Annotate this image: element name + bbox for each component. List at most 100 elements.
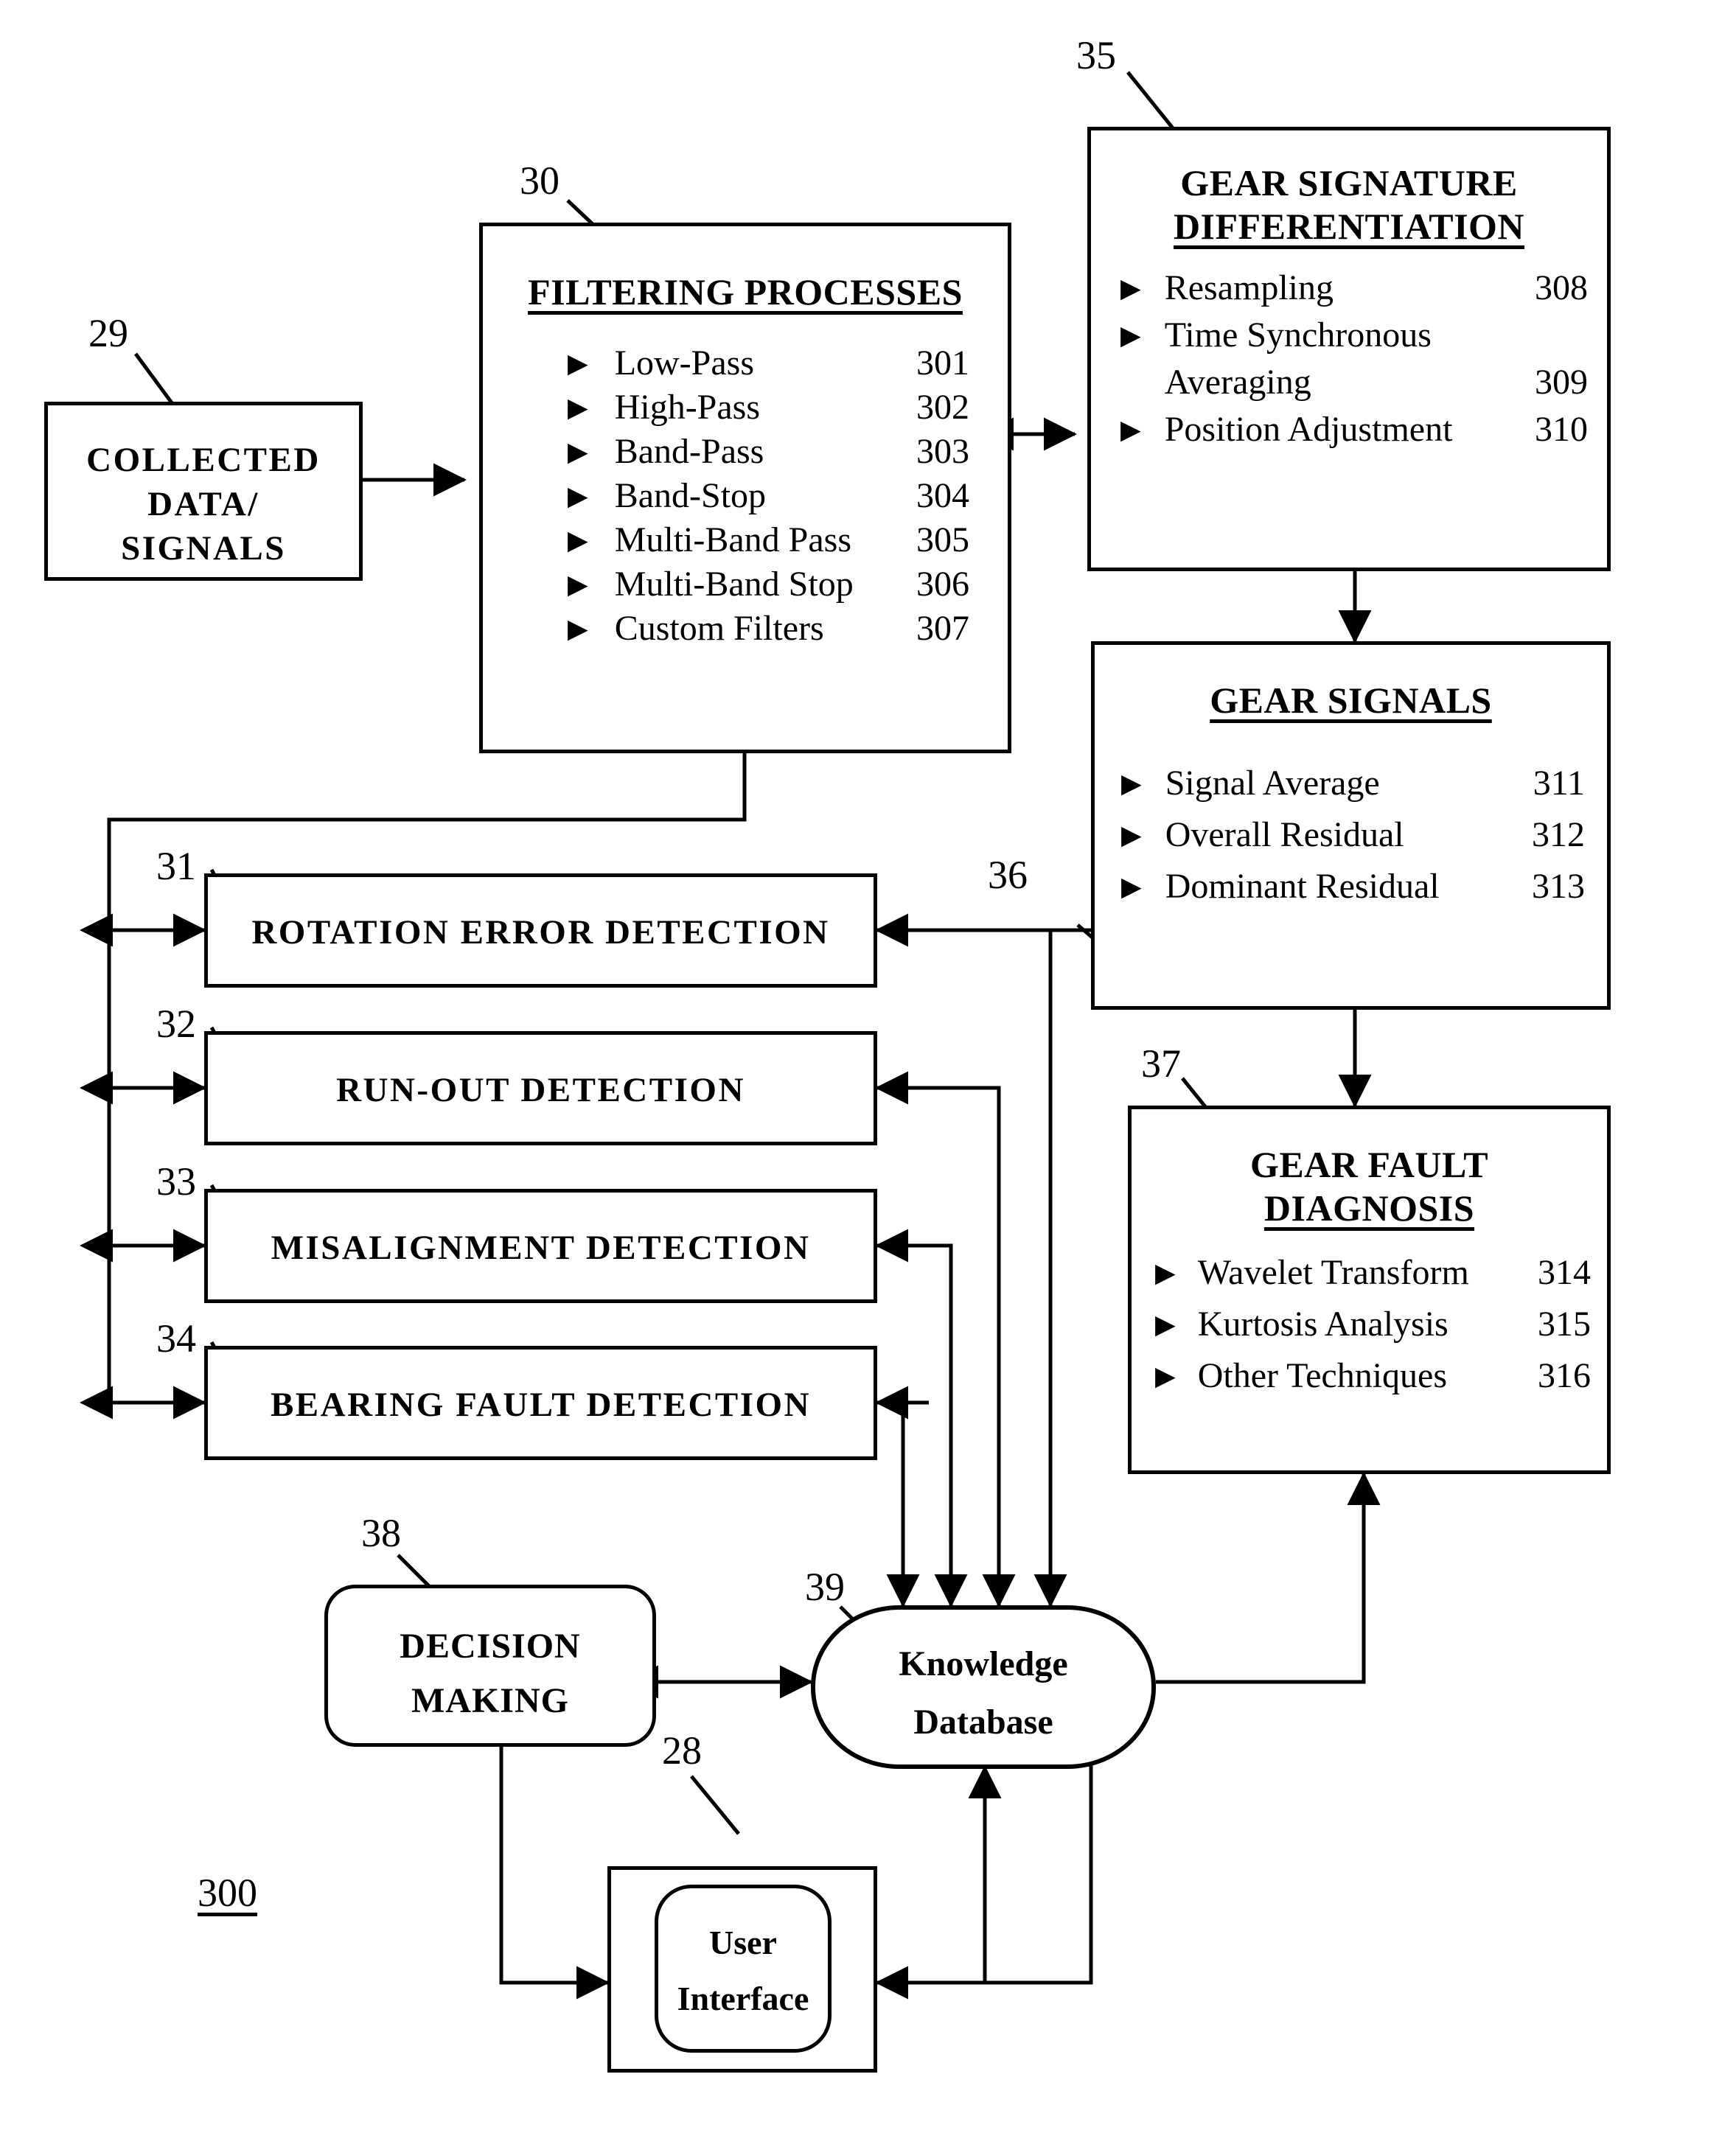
triangle-bullet-icon: ▶ [1120,273,1141,303]
knowledge-database-shape[interactable]: Knowledge Database [811,1605,1156,1769]
list-item-label: Band-Pass [614,432,764,471]
gsd-title: GEAR SIGNATURE DIFFERENTIATION [1091,161,1607,248]
filtering-processes-box[interactable]: FILTERING PROCESSES ▶ Low-Pass 301 ▶ Hig… [479,223,1011,753]
ref-label-31: 31 [156,844,196,888]
ref-label-33: 33 [156,1159,196,1204]
list-item[interactable]: ▶ Overall Residual 312 [1121,817,1585,853]
wire-kdb-to-gfd [1156,1471,1381,1684]
ref-label-39: 39 [805,1565,845,1609]
decision-making-label: DECISION MAKING [328,1619,652,1729]
decision-making-box[interactable]: DECISION MAKING [324,1585,656,1747]
collected-data-line-2: DATA/ [147,485,259,524]
decision-making-line-2: MAKING [411,1681,569,1721]
wire-bearing-to-kdb [877,1400,920,1608]
filtering-processes-list: ▶ Low-Pass 301 ▶ High-Pass 302 ▶ Band-Pa… [483,346,1008,655]
list-item-label: Wavelet Transform [1197,1253,1469,1292]
list-item-label: Signal Average [1165,764,1380,803]
list-item-ref: 306 [916,565,969,604]
list-item[interactable]: ▶ Averaging 309 [1120,365,1588,400]
user-interface-box[interactable]: User Interface [655,1885,832,2053]
gfd-title: GEAR FAULT DIAGNOSIS [1132,1143,1607,1230]
gear-signals-title-text: GEAR SIGNALS [1210,680,1492,721]
triangle-bullet-icon: ▶ [568,393,588,422]
gfd-title-line-1: GEAR FAULT [1249,1144,1489,1185]
wire-decision-to-ui [499,1747,610,2000]
list-item[interactable]: ▶ Position Adjustment 310 [1120,412,1588,447]
list-item-label: High-Pass [614,388,761,427]
list-item-ref: 304 [916,476,969,515]
list-item[interactable]: ▶ Band-Stop 304 [568,478,969,514]
list-item-label: Resampling [1164,268,1334,307]
list-item-label: Band-Stop [614,476,767,515]
triangle-bullet-icon: ▶ [568,570,588,599]
list-item-ref: 312 [1532,815,1585,854]
list-item[interactable]: ▶ Other Techniques 316 [1155,1358,1591,1394]
list-item-ref: 303 [916,432,969,471]
list-item-ref: 309 [1535,363,1588,402]
triangle-bullet-icon: ▶ [1121,820,1142,850]
patent-figure-300: 29 COLLECTED DATA/ SIGNALS 30 FILTERING … [0,0,1736,2133]
triangle-bullet-icon: ▶ [568,349,588,378]
triangle-bullet-icon: ▶ [568,481,588,511]
list-item[interactable]: ▶ Kurtosis Analysis 315 [1155,1307,1591,1342]
list-item-ref: 302 [916,388,969,427]
gsd-title-line-2: DIFFERENTIATION [1173,206,1525,247]
list-item-label: Time Synchronous [1164,315,1432,355]
list-item-ref: 310 [1535,410,1588,449]
ref-label-28: 28 [662,1728,702,1773]
collected-data-box[interactable]: COLLECTED DATA/ SIGNALS [44,402,363,581]
list-item-ref: 307 [916,609,969,648]
misalignment-detection-box[interactable]: MISALIGNMENT DETECTION [204,1189,877,1303]
rotation-error-detection-label: ROTATION ERROR DETECTION [251,913,830,952]
list-item[interactable]: ▶ Wavelet Transform 314 [1155,1255,1591,1291]
gear-fault-diagnosis-box[interactable]: GEAR FAULT DIAGNOSIS ▶ Wavelet Transform… [1128,1106,1611,1474]
triangle-bullet-icon: ▶ [1121,872,1142,901]
list-item-ref: 315 [1538,1305,1591,1344]
gear-signals-box[interactable]: GEAR SIGNALS ▶ Signal Average 311 ▶ Over… [1091,641,1611,1010]
list-item-ref: 305 [916,520,969,559]
triangle-bullet-icon-placeholder: ▶ [1120,369,1141,396]
list-item[interactable]: ▶ Resampling 308 [1120,270,1588,306]
list-item-label: Multi-Band Stop [614,565,854,604]
triangle-bullet-icon: ▶ [1155,1361,1176,1391]
ref-label-38: 38 [361,1511,401,1555]
run-out-detection-box[interactable]: RUN-OUT DETECTION [204,1031,877,1145]
figure-number: 300 [198,1871,257,1915]
list-item[interactable]: ▶ Band-Pass 303 [568,434,969,469]
filtering-processes-title: FILTERING PROCESSES [483,270,1008,314]
list-item[interactable]: ▶ Multi-Band Pass 305 [568,523,969,558]
gear-signature-differentiation-box[interactable]: GEAR SIGNATURE DIFFERENTIATION ▶ Resampl… [1087,127,1611,571]
list-item-label: Dominant Residual [1165,867,1440,906]
list-item[interactable]: ▶ Signal Average 311 [1121,766,1585,801]
list-item[interactable]: ▶ Time Synchronous [1120,318,1588,353]
list-item-label: Averaging [1164,363,1311,402]
triangle-bullet-icon: ▶ [568,437,588,467]
list-item[interactable]: ▶ Low-Pass 301 [568,346,969,381]
gsd-title-line-1: GEAR SIGNATURE [1180,162,1518,203]
list-item-label: Custom Filters [614,609,824,648]
decision-making-line-1: DECISION [400,1627,581,1666]
user-interface-line-2: Interface [677,1979,809,2017]
triangle-bullet-icon: ▶ [1155,1258,1176,1288]
rotation-error-detection-box[interactable]: ROTATION ERROR DETECTION [204,873,877,988]
list-item-ref: 308 [1535,268,1588,307]
knowledge-database-line-2: Database [913,1703,1053,1742]
gfd-title-line-2: DIAGNOSIS [1263,1187,1475,1229]
gear-signals-title: GEAR SIGNALS [1095,679,1607,722]
list-item-ref: 311 [1533,764,1585,803]
list-item-label: Low-Pass [614,343,755,383]
ref-label-29: 29 [88,311,128,355]
list-item[interactable]: ▶ Multi-Band Stop 306 [568,567,969,602]
user-interface-label: User Interface [658,1915,828,2027]
collected-data-line-3: SIGNALS [121,529,286,568]
list-item[interactable]: ▶ Custom Filters 307 [568,611,969,646]
gear-signals-list: ▶ Signal Average 311 ▶ Overall Residual … [1095,766,1607,913]
ref-label-30: 30 [520,158,560,203]
list-item-label: Kurtosis Analysis [1197,1305,1449,1344]
run-out-detection-label: RUN-OUT DETECTION [336,1071,745,1109]
collected-data-line-1: COLLECTED [86,441,321,479]
bearing-fault-detection-box[interactable]: BEARING FAULT DETECTION [204,1346,877,1460]
list-item[interactable]: ▶ Dominant Residual 313 [1121,869,1585,904]
list-item[interactable]: ▶ High-Pass 302 [568,390,969,425]
bearing-fault-detection-label: BEARING FAULT DETECTION [270,1386,812,1424]
